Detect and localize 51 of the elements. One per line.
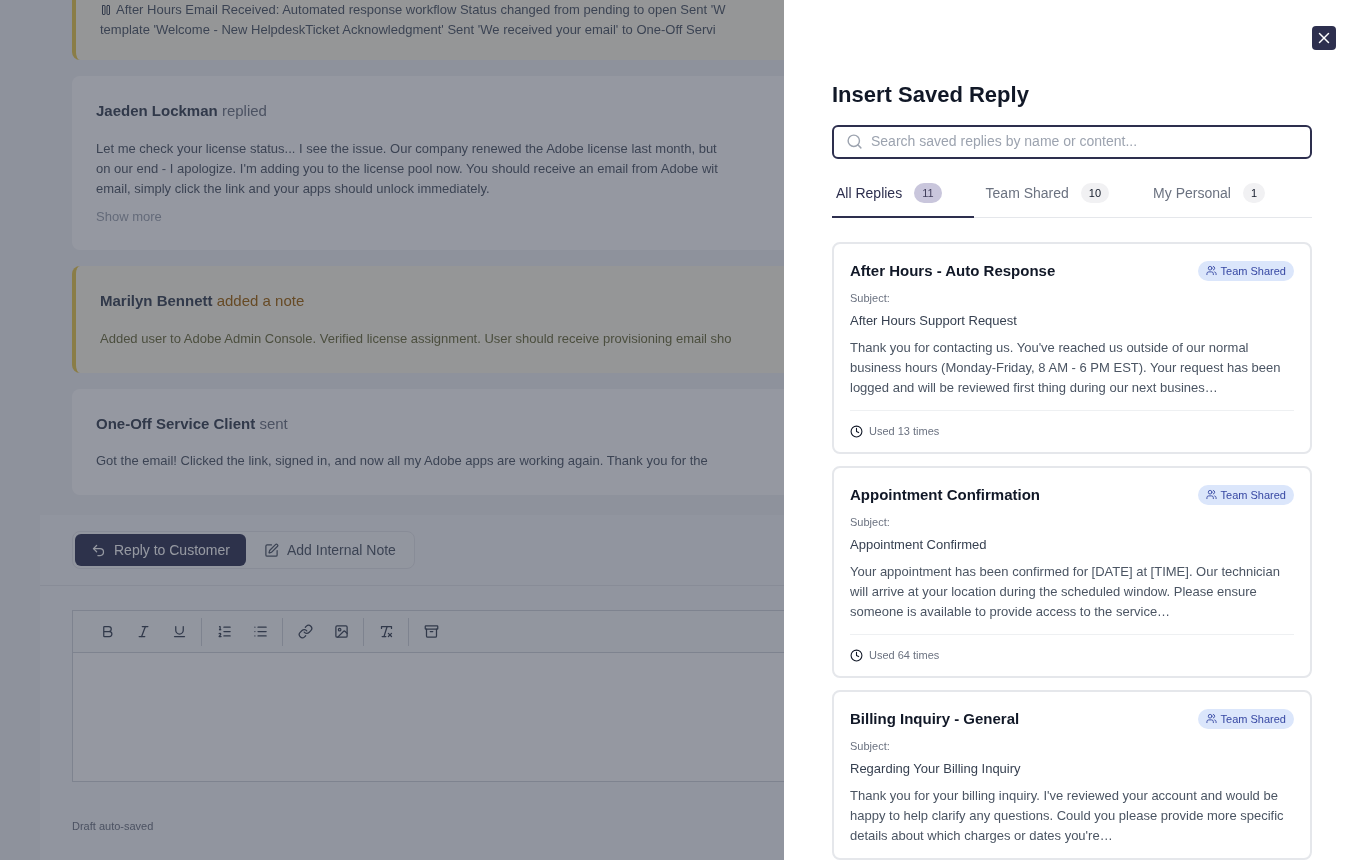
usage-count: Used 64 times (869, 648, 940, 663)
team-shared-tag: Team Shared (1197, 708, 1294, 729)
usage-count: Used 13 times (869, 424, 940, 439)
reply-name: After Hours - Auto Response (850, 260, 1056, 281)
search-field[interactable]: Search saved replies by name or content... (832, 125, 1312, 159)
message-text: on our end - I apologize. I'm adding you to the license pool now. You should receive an email from Adobe wit (96, 159, 718, 178)
message-header: Marilyn Bennett added a note (100, 291, 305, 311)
reply-preview: Thank you for your billing inquiry. I've reviewed your account and would be happy to help clarify any questions. Could you please provide more specific details about which charges or dates you're… (850, 787, 1285, 845)
message-text: Got the email! Clicked the link, signed in, and now all my Adobe apps are working again. Thank you for the (96, 452, 708, 470)
subject-label: Subject: (850, 739, 891, 754)
pencil-icon (263, 542, 279, 558)
saved-reply-card[interactable] (832, 689, 1312, 860)
reply-icon (91, 542, 106, 558)
subject-text: Regarding Your Billing Inquiry (850, 759, 1022, 778)
count-badge: 1 (1242, 182, 1266, 204)
search-icon (846, 133, 863, 151)
reply-preview: Your appointment has been confirmed for [DATE] at [TIME]. Our technician will arrive at your location during the scheduled window. Please ensure someone is available to provide access to the service… (850, 563, 1281, 621)
clock-icon (850, 424, 863, 438)
message-text: Let me check your license status... I see the issue. Our company renewed the Adobe license last month, but (96, 139, 717, 158)
message-text: email, simply click the link and your apps should unlock immediately. (96, 179, 490, 198)
search-input[interactable]: Search saved replies by name or content... (871, 131, 1298, 153)
message-text: Added user to Adobe Admin Console. Verified license assignment. User should receive provisioning email sho (100, 329, 732, 348)
saved-reply-card[interactable] (832, 465, 1312, 678)
reply-preview: Thank you for contacting us. You've reached us outside of our normal business hours (Monday-Friday, 8 AM - 6 PM EST). Your request has been logged and will be reviewed first thing during our next busines… (850, 339, 1282, 397)
subject-text: After Hours Support Request (850, 311, 1018, 330)
team-shared-tag: Team Shared (1197, 484, 1294, 505)
subject-label: Subject: (850, 515, 891, 530)
filter-tab[interactable]: All Replies 11 (832, 182, 974, 218)
subject-label: Subject: (850, 291, 891, 306)
close-button[interactable] (1312, 26, 1336, 50)
subject-text: Appointment Confirmed (850, 535, 988, 554)
pause-icon (100, 4, 112, 16)
reply-name: Appointment Confirmation (850, 484, 1040, 505)
mode-tab[interactable]: Reply to Customer (75, 534, 246, 566)
filter-tab[interactable]: Team Shared 10 (981, 182, 1142, 218)
clock-icon (850, 648, 863, 662)
message-text: template 'Welcome - New HelpdeskTicket Acknowledgment' Sent 'We received your email' to One-Off Servi (100, 21, 716, 39)
users-icon (1205, 265, 1217, 277)
draft-status: Draft auto-saved (72, 819, 154, 834)
message-header: One-Off Service Client sent (96, 413, 288, 434)
dialog-title: Insert Saved Reply (832, 81, 1030, 109)
users-icon (1205, 713, 1217, 725)
filter-tab[interactable]: My Personal 1 (1149, 182, 1298, 218)
users-icon (1205, 489, 1217, 501)
saved-reply-card[interactable] (832, 241, 1312, 454)
reply-name: Billing Inquiry - General (850, 708, 1020, 729)
message-text: After Hours Email Received: Automated response workflow Status changed from pending to open Sent 'W (116, 1, 726, 19)
team-shared-tag: Team Shared (1197, 260, 1294, 281)
count-badge: 10 (1080, 182, 1110, 204)
count-badge: 11 (914, 182, 942, 204)
message-header: Jaeden Lockman replied (96, 101, 267, 121)
